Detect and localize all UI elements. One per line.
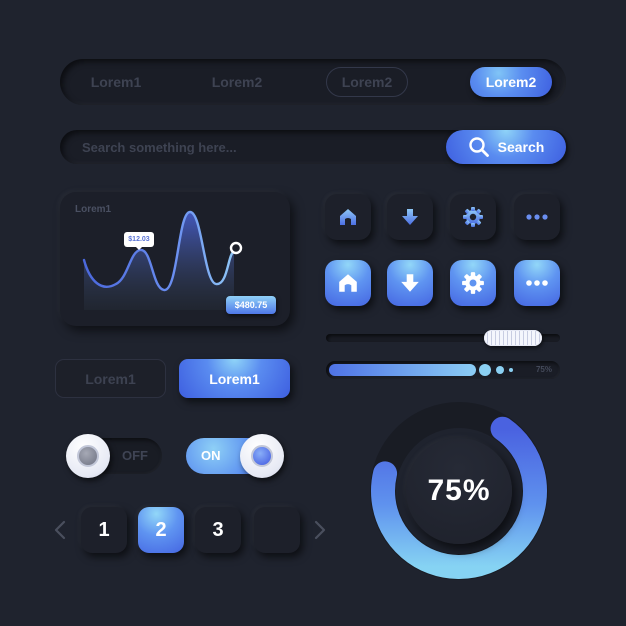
chart-card: Lorem1 $12.03 $480.75 (60, 192, 290, 326)
search-button[interactable]: Search (446, 130, 566, 164)
chart-end-marker (229, 241, 243, 255)
slider-thumb[interactable] (484, 330, 543, 346)
search-button-label: Search (497, 139, 545, 155)
more-dots-icon (526, 280, 548, 286)
toggle-knob (240, 434, 284, 478)
more-dots-icon (526, 214, 548, 220)
tab-lorem2[interactable]: Lorem2 (195, 67, 279, 97)
settings-button-dark[interactable] (450, 194, 496, 240)
search-icon (468, 137, 489, 157)
chevron-right-icon (314, 520, 326, 540)
primary-button[interactable]: Lorem1 (179, 359, 290, 398)
download-button-dark[interactable] (387, 194, 433, 240)
progress-bar: 75% (326, 361, 560, 379)
chart-line (82, 210, 236, 292)
chevron-left-icon (54, 520, 66, 540)
donut-label: 75% (406, 438, 512, 544)
page-button-1[interactable]: 1 (81, 507, 127, 553)
home-button-dark[interactable] (325, 194, 371, 240)
more-button-dark[interactable] (514, 194, 560, 240)
chart-area (84, 212, 234, 310)
home-button-light[interactable] (325, 260, 371, 306)
tab-bar: Lorem1 Lorem2 Lorem2 Lorem2 (60, 59, 566, 105)
secondary-button[interactable]: Lorem1 (55, 359, 166, 398)
home-icon (339, 274, 357, 292)
gear-icon (462, 272, 484, 294)
download-button-light[interactable] (387, 260, 433, 306)
toggle-off-label: OFF (122, 448, 148, 463)
range-slider[interactable] (326, 330, 560, 346)
download-arrow-icon (402, 209, 418, 225)
toggle-on[interactable]: ON (186, 434, 284, 478)
page-button-3[interactable]: 3 (195, 507, 241, 553)
more-button-light[interactable] (514, 260, 560, 306)
progress-fill (329, 364, 476, 376)
search-input[interactable] (82, 130, 422, 164)
page-button-2[interactable]: 2 (138, 507, 184, 553)
toggle-knob (66, 434, 110, 478)
pagination-next[interactable] (312, 518, 328, 542)
tab-lorem2-outlined[interactable]: Lorem2 (326, 67, 408, 97)
progress-dot-medium (496, 366, 504, 374)
tab-lorem1[interactable]: Lorem1 (74, 67, 158, 97)
toggle-on-label: ON (201, 448, 221, 463)
gear-icon (463, 207, 483, 227)
progress-dot-small (509, 368, 513, 372)
pagination-prev[interactable] (52, 518, 68, 542)
home-icon (340, 209, 356, 225)
settings-button-light[interactable] (450, 260, 496, 306)
chart-tooltip: $12.03 (124, 232, 154, 250)
page-button-empty[interactable] (254, 507, 300, 553)
donut-progress: 75% (368, 400, 550, 582)
download-arrow-icon (401, 274, 419, 292)
progress-label: 75% (535, 365, 552, 374)
progress-dot-large (479, 364, 491, 376)
chart-value-badge: $480.75 (226, 296, 276, 314)
tab-lorem2-active[interactable]: Lorem2 (470, 67, 552, 97)
toggle-off[interactable]: OFF (66, 434, 162, 478)
